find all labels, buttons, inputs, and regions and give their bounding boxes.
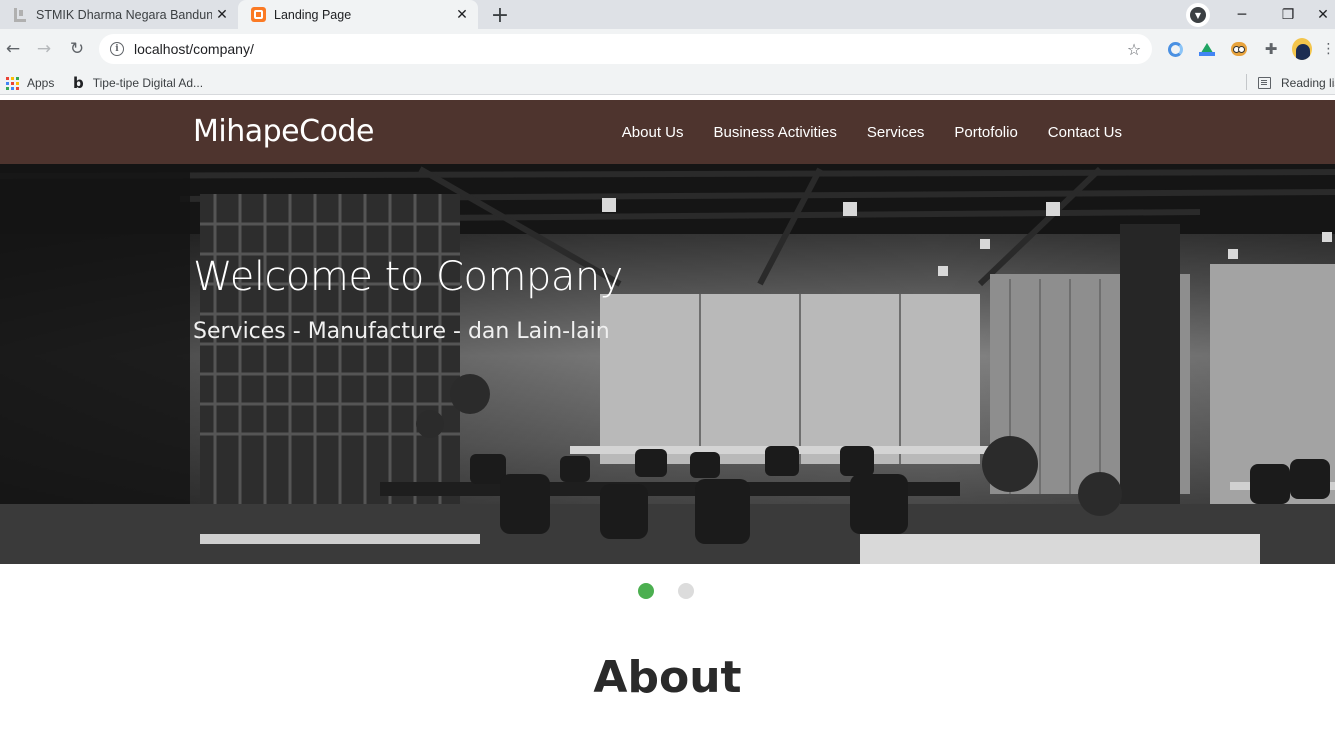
bookmark-apps[interactable]: Apps	[6, 73, 54, 93]
page-viewport: MihapeCode About Us Business Activities …	[0, 100, 1335, 731]
bookmark-label: Tipe-tipe Digital Ad...	[92, 76, 204, 90]
tab-title: STMIK Dharma Negara Bandung	[36, 7, 212, 22]
reading-list-label: Reading list	[1281, 76, 1335, 90]
hero-slider: Welcome to Company Services - Manufactur…	[0, 164, 1335, 564]
bookmark-tipe-tipe[interactable]: b Tipe-tipe Digital Ad...	[73, 73, 203, 93]
xampp-favicon-icon	[250, 7, 266, 23]
restore-icon[interactable]: ❐	[1265, 0, 1311, 29]
nav-business-activities[interactable]: Business Activities	[714, 124, 837, 141]
apps-grid-icon	[6, 76, 19, 90]
browser-tabstrip: STMIK Dharma Negara Bandung ✕ Landing Pa…	[0, 0, 1335, 29]
tab-landing-page[interactable]: Landing Page ✕	[238, 0, 478, 29]
hero-title: Welcome to Company	[193, 254, 623, 300]
tab-stmik[interactable]: STMIK Dharma Negara Bandung ✕	[0, 0, 238, 29]
slide-indicator-2[interactable]	[678, 583, 694, 599]
profile-avatar[interactable]	[1292, 38, 1312, 60]
new-tab-plus-icon[interactable]: +	[486, 3, 514, 28]
tab-search-icon[interactable]: ▼	[1186, 3, 1210, 27]
bookmark-b-icon: b	[73, 74, 84, 92]
edge-extension-icon[interactable]	[1165, 39, 1185, 59]
nav-contact-us[interactable]: Contact Us	[1048, 124, 1122, 141]
reading-list[interactable]: Reading list	[1258, 73, 1335, 93]
bookmark-star-icon[interactable]: ☆	[1122, 40, 1146, 59]
nav-services[interactable]: Services	[867, 124, 925, 141]
bookmark-divider	[1246, 74, 1247, 90]
close-icon[interactable]: ✕	[212, 5, 232, 25]
owl-extension-icon[interactable]	[1229, 39, 1249, 59]
tab-title: Landing Page	[274, 7, 352, 22]
menu-kebab-icon[interactable]: ⋮	[1322, 39, 1335, 59]
url-text[interactable]: localhost/company/	[134, 41, 1122, 57]
bookmarks-bar: Apps b Tipe-tipe Digital Ad... Reading l…	[0, 69, 1335, 95]
about-heading: About	[593, 652, 742, 703]
slide-indicator-1[interactable]	[638, 583, 654, 599]
main-menu: About Us Business Activities Services Po…	[592, 124, 1122, 141]
nav-about-us[interactable]: About Us	[622, 124, 684, 141]
forward-arrow-icon[interactable]: →	[32, 37, 56, 61]
bookmark-label: Apps	[27, 76, 55, 90]
back-arrow-icon[interactable]: ←	[1, 37, 25, 61]
reload-icon[interactable]: ↻	[65, 37, 89, 61]
slider-indicators	[638, 583, 694, 599]
browser-toolbar: ← → ↻ i localhost/company/ ☆ ✚ ⋮	[0, 29, 1335, 69]
site-navbar: MihapeCode About Us Business Activities …	[0, 100, 1335, 164]
close-icon[interactable]: ✕	[452, 5, 472, 25]
address-bar[interactable]: i localhost/company/ ☆	[99, 34, 1152, 64]
window-close-icon[interactable]: ✕	[1311, 0, 1335, 29]
site-info-icon[interactable]: i	[110, 42, 124, 56]
brand-logo[interactable]: MihapeCode	[193, 114, 374, 149]
stmik-favicon-icon	[12, 7, 28, 23]
google-drive-icon[interactable]	[1197, 39, 1217, 59]
hero-subtitle: Services - Manufacture - dan Lain-lain	[193, 319, 610, 344]
nav-portofolio[interactable]: Portofolio	[954, 124, 1017, 141]
minimize-icon[interactable]: ─	[1219, 0, 1265, 29]
reading-list-icon	[1258, 77, 1271, 89]
extensions-puzzle-icon[interactable]: ✚	[1261, 39, 1281, 59]
office-background-image	[0, 164, 1335, 564]
